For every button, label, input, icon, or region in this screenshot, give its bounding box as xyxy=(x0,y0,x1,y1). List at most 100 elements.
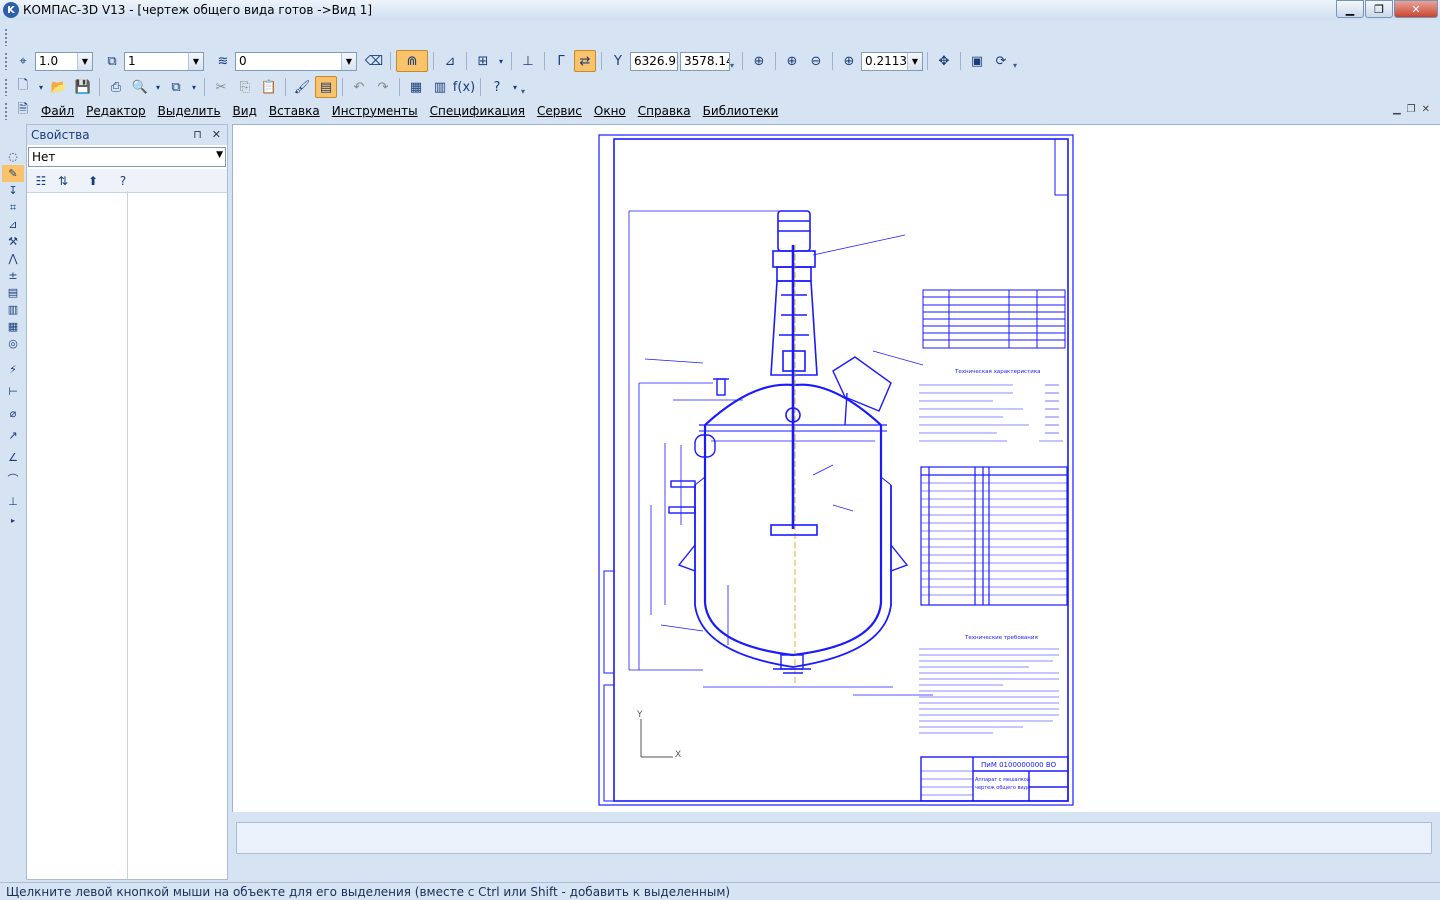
angle-icon[interactable]: ∠ xyxy=(2,446,24,468)
menu-file[interactable]: Файл xyxy=(41,104,74,118)
chevron-down-icon[interactable]: ▼ xyxy=(341,52,356,70)
layer-icon[interactable]: ⧉ xyxy=(101,50,123,72)
drawing-sheet[interactable]: Техническая характеристика Технические т… xyxy=(233,125,1439,811)
undo-icon[interactable]: ↶ xyxy=(348,76,370,98)
menu-editor[interactable]: Редактор xyxy=(86,104,145,118)
grid-dropdown-icon[interactable]: ▾ xyxy=(496,50,506,72)
properties-toggle-icon[interactable]: ▤ xyxy=(315,76,337,98)
rounding-icon[interactable]: Γ xyxy=(550,50,572,72)
help-icon[interactable]: ? xyxy=(113,171,133,191)
chevron-down-icon[interactable]: ▼ xyxy=(907,52,922,70)
strip-expand-icon[interactable]: ▸ xyxy=(2,512,24,529)
radius-icon[interactable]: ↗ xyxy=(2,424,24,446)
categorized-icon[interactable]: ☷ xyxy=(31,171,51,191)
library-icon[interactable]: ▥ xyxy=(429,76,451,98)
menu-tools[interactable]: Инструменты xyxy=(332,104,418,118)
zoom-combo[interactable]: 0.2113 ▼ xyxy=(861,51,923,71)
parametrize-icon[interactable]: ⊿ xyxy=(2,216,24,233)
coord-y-field[interactable]: 3578.14 xyxy=(680,51,730,71)
toolbar-grip[interactable] xyxy=(4,102,8,120)
chevron-down-icon[interactable]: ▼ xyxy=(188,52,203,70)
print-preview-icon[interactable]: 🔍 xyxy=(129,76,151,98)
spec-icon[interactable]: ± xyxy=(2,267,24,284)
style-combo[interactable]: 0 ▼ xyxy=(235,51,357,71)
format-brush-icon[interactable]: 🖌 xyxy=(291,76,313,98)
help-dropdown-icon[interactable]: ▾ xyxy=(510,76,520,98)
diameter-icon[interactable]: ⌀ xyxy=(2,402,24,424)
coords-icon[interactable]: Y xyxy=(607,50,629,72)
mdi-minimize-icon[interactable]: ▁ xyxy=(1393,104,1401,115)
drawing-canvas[interactable]: Техническая характеристика Технические т… xyxy=(232,124,1440,812)
coord-x-field[interactable]: 6326.9 xyxy=(630,51,678,71)
menu-insert[interactable]: Вставка xyxy=(269,104,320,118)
menu-specification[interactable]: Спецификация xyxy=(430,104,525,118)
menu-view[interactable]: Вид xyxy=(233,104,257,118)
mdi-restore-icon[interactable]: ❐ xyxy=(1407,104,1416,115)
chevron-down-icon[interactable]: ▼ xyxy=(77,52,92,70)
open-folder-icon[interactable]: 📂 xyxy=(48,76,70,98)
print-icon[interactable]: ⎙ xyxy=(105,76,127,98)
parameters-area[interactable] xyxy=(236,822,1432,854)
help-pointer-icon[interactable]: ? xyxy=(486,76,508,98)
ortho-icon[interactable]: ⊿ xyxy=(439,50,461,72)
arc-dim-icon[interactable]: ⌒ xyxy=(2,468,24,490)
object-type-combo[interactable]: Нет ▼ xyxy=(28,147,226,167)
zoom-out-icon[interactable]: ⊖ xyxy=(805,50,827,72)
local-cs-icon[interactable]: ⊥ xyxy=(517,50,539,72)
toolbar-grip[interactable] xyxy=(4,28,8,46)
zoom-in-icon[interactable]: ⊕ xyxy=(781,50,803,72)
reports-icon[interactable]: ▤ xyxy=(2,284,24,301)
chevron-down-icon[interactable]: ▼ xyxy=(216,150,223,160)
redo-icon[interactable]: ↷ xyxy=(372,76,394,98)
insert-icon[interactable]: ▥ xyxy=(2,301,24,318)
toolbar-overflow-icon[interactable]: ▾ xyxy=(730,52,738,70)
eraser-icon[interactable]: ⌫ xyxy=(363,50,385,72)
layer-combo[interactable]: 1 ▼ xyxy=(124,51,204,71)
toolbar-grip[interactable] xyxy=(4,78,8,96)
minimize-button[interactable]: ▁ xyxy=(1336,0,1364,18)
column-divider[interactable] xyxy=(127,191,128,879)
toolbar-grip[interactable] xyxy=(4,52,8,70)
mdi-close-icon[interactable]: ✕ xyxy=(1422,104,1430,115)
step-cursor-icon[interactable]: ⌖ xyxy=(12,50,34,72)
new-document-icon[interactable]: 🗋 xyxy=(12,76,34,98)
menu-service[interactable]: Сервис xyxy=(537,104,582,118)
parametric-icon[interactable]: ⇄ xyxy=(574,50,596,72)
style-layers-icon[interactable]: ≋ xyxy=(212,50,234,72)
cut-icon[interactable]: ✂ xyxy=(210,76,232,98)
symbols-icon[interactable]: ⌗ xyxy=(2,199,24,216)
refresh-icon[interactable]: ⟳ xyxy=(990,50,1012,72)
snap-icon[interactable]: ⚡ xyxy=(2,358,24,380)
toolbar-overflow-icon[interactable]: ▾ xyxy=(521,78,529,96)
select-icon[interactable]: ⋀ xyxy=(2,250,24,267)
close-icon[interactable]: ✕ xyxy=(212,128,221,141)
geometry-icon[interactable]: ◌ xyxy=(2,148,24,165)
menu-select[interactable]: Выделить xyxy=(158,104,221,118)
grid-icon[interactable]: ⊞ xyxy=(472,50,494,72)
menu-libraries[interactable]: Библиотеки xyxy=(703,104,779,118)
view-icon[interactable]: ◎ xyxy=(2,335,24,352)
pages-icon[interactable]: ⧉ xyxy=(165,76,187,98)
snap-magnet-icon[interactable]: ⋒ xyxy=(396,50,428,72)
document-icon[interactable]: 🗎 xyxy=(12,100,34,122)
menu-window[interactable]: Окно xyxy=(594,104,626,118)
pages-dropdown-icon[interactable]: ▾ xyxy=(189,76,199,98)
sort-alpha-icon[interactable]: ⇅ xyxy=(53,171,73,191)
save-icon[interactable]: 💾 xyxy=(72,76,94,98)
copy-icon[interactable]: ⎘ xyxy=(234,76,256,98)
preview-dropdown-icon[interactable]: ▾ xyxy=(153,76,163,98)
zoom-scale-icon[interactable]: ⊕ xyxy=(838,50,860,72)
menu-help[interactable]: Справка xyxy=(638,104,691,118)
property-pages-icon[interactable]: ⬆ xyxy=(83,171,103,191)
new-dropdown-icon[interactable]: ▾ xyxy=(36,76,46,98)
paste-icon[interactable]: 📋 xyxy=(258,76,280,98)
variables-icon[interactable]: f(x) xyxy=(453,76,475,98)
show-all-icon[interactable]: ▣ xyxy=(966,50,988,72)
dimensions-icon[interactable]: ↧ xyxy=(2,182,24,199)
manager-icon[interactable]: ▦ xyxy=(405,76,427,98)
step-combo[interactable]: 1.0 ▼ xyxy=(35,51,93,71)
fragment-icon[interactable]: ▦ xyxy=(2,318,24,335)
restore-button[interactable]: ❐ xyxy=(1365,0,1393,18)
linear-dim-icon[interactable]: ⊢ xyxy=(2,380,24,402)
toolbar-overflow-icon[interactable]: ▾ xyxy=(1013,52,1021,70)
